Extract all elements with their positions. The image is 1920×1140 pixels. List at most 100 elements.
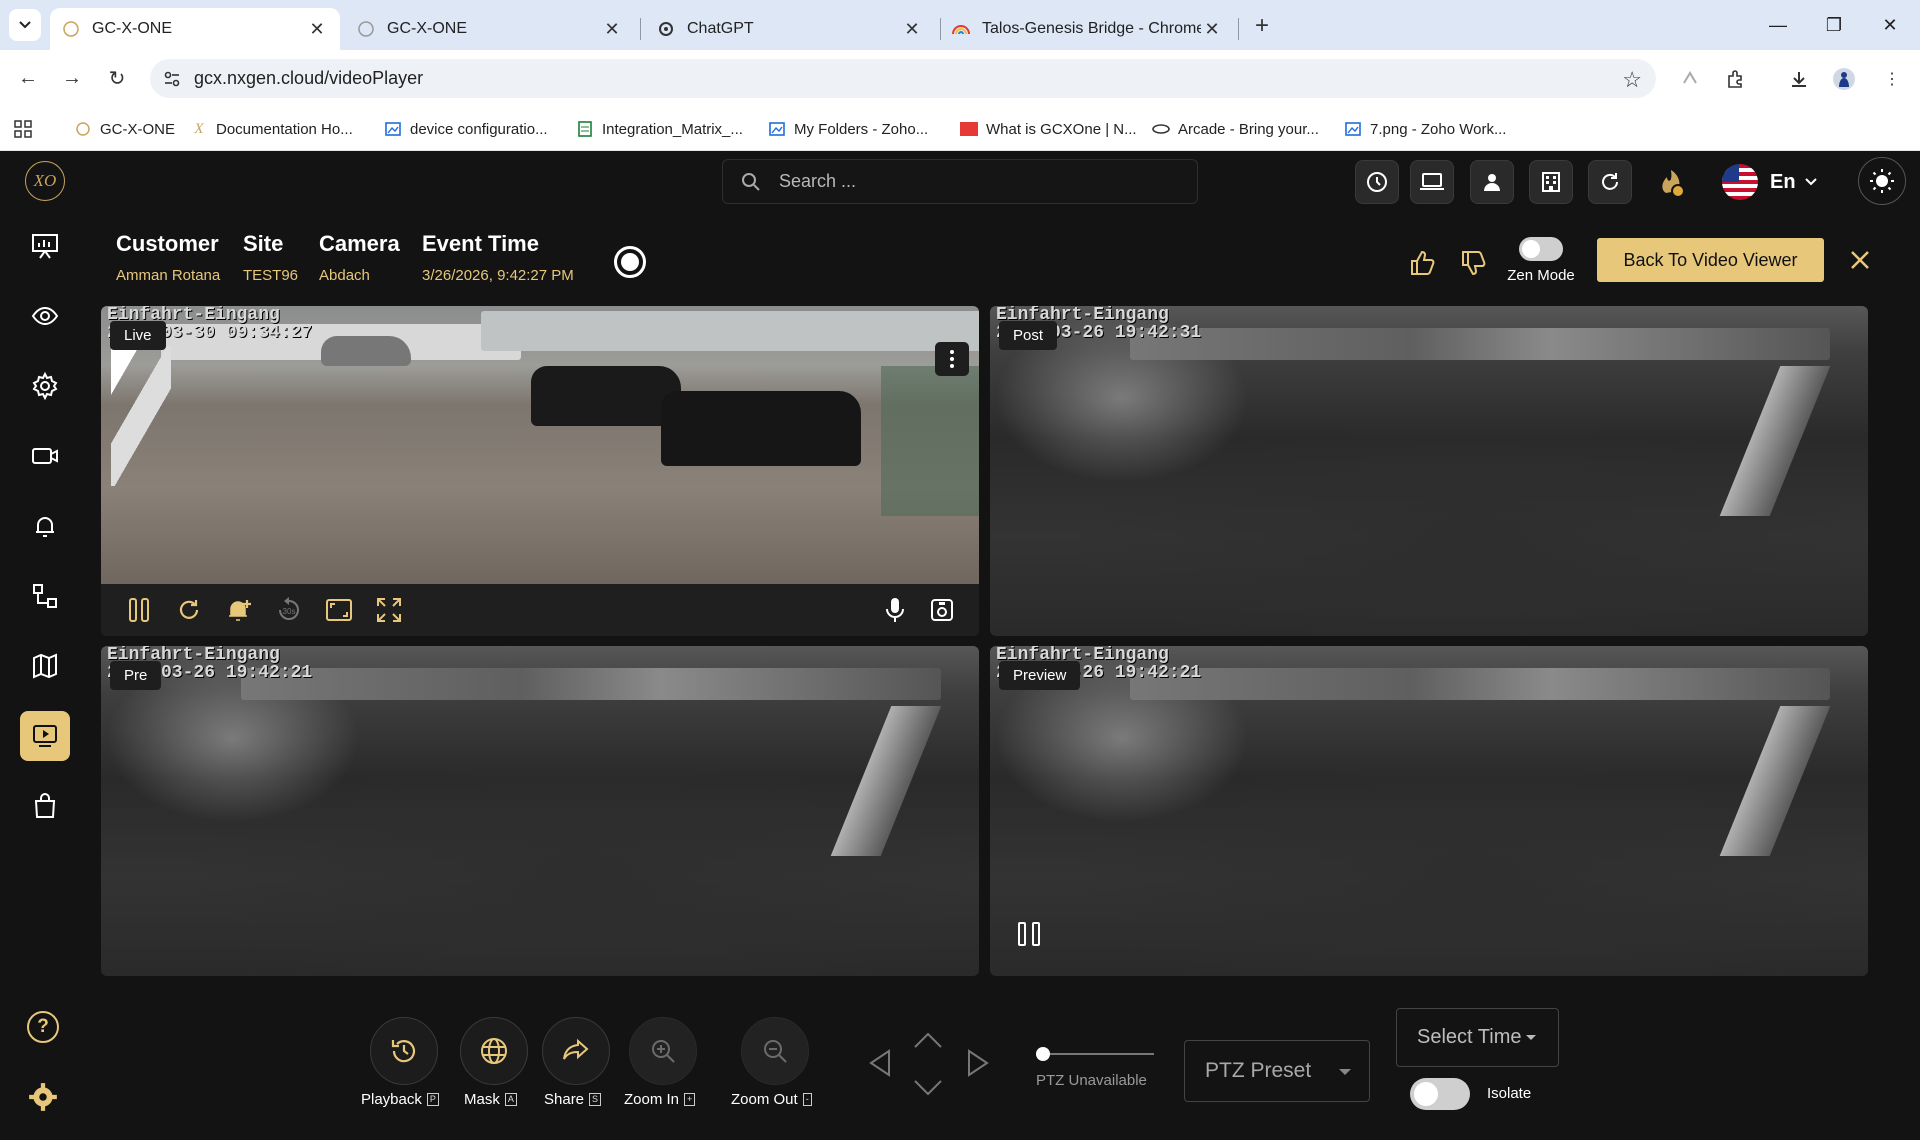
thumbs-down-button[interactable] [1456,246,1490,280]
minimize-window-button[interactable]: — [1760,10,1796,40]
bookmark-item[interactable]: device configuratio... [384,117,548,141]
settings-gear-icon[interactable] [27,1081,59,1113]
video-tile-preview[interactable]: Einfahrt-Eingang 2026-03-26 19:42:21 Prev… [990,646,1868,976]
shopping-bag-icon [34,793,56,818]
refresh-button[interactable] [1588,160,1632,204]
sidebar-item-settings[interactable] [20,361,70,411]
zoom-in-button[interactable] [629,1017,697,1085]
sidebar-item-alarms[interactable] [20,501,70,551]
tab-search-dropdown-button[interactable] [9,9,41,41]
bookmark-item[interactable]: GC-X-ONE [74,117,175,141]
close-window-button[interactable]: ✕ [1872,10,1908,40]
url-text: gcx.nxgen.cloud/videoPlayer [194,68,424,88]
monitor-button[interactable] [1410,160,1454,204]
sites-button[interactable] [1529,160,1573,204]
tab-title: GC-X-ONE [92,20,172,37]
snapshot-button[interactable] [926,594,958,626]
scene-building [241,668,941,700]
isolate-toggle[interactable] [1410,1078,1470,1110]
playback-button[interactable] [370,1017,438,1085]
notification-avatar[interactable] [1654,165,1688,199]
pause-icon[interactable] [1018,922,1044,948]
restore-window-button[interactable]: ❐ [1816,10,1852,40]
close-tab-icon[interactable]: ✕ [901,19,923,40]
record-button[interactable] [614,246,646,278]
user-button[interactable] [1470,160,1514,204]
bookmark-item[interactable]: What is GCXOne | N... [960,117,1137,141]
back-arrow-icon[interactable]: ← [12,62,44,94]
help-icon[interactable]: ? [27,1011,59,1043]
fullscreen-button[interactable] [373,594,405,626]
video-tile-post[interactable]: Einfahrt-Eingang 2026-03-26 19:42:31 Post [990,306,1868,636]
sidebar-item-workflow[interactable] [20,571,70,621]
bookmark-item[interactable]: 7.png - Zoho Work... [1344,117,1506,141]
bookmark-label: My Folders - Zoho... [794,120,929,138]
zoom-out-label: Zoom Out - [731,1091,812,1108]
bookmark-item[interactable]: X Documentation Ho... [190,117,352,141]
zen-mode-control[interactable]: Zen Mode [1506,237,1576,284]
browser-tab-2[interactable]: GC-X-ONE ✕ [345,8,635,50]
theme-toggle-button[interactable] [1858,157,1906,205]
rewind-30-button[interactable]: 30s [273,594,305,626]
microphone-button[interactable] [879,594,911,626]
shortcut-key: S [589,1093,602,1106]
apps-grid-icon[interactable] [14,117,32,141]
bookmark-item[interactable]: Arcade - Bring your... [1152,117,1319,141]
forward-arrow-icon[interactable]: → [56,62,88,94]
video-tile-pre[interactable]: Einfahrt-Eingang 2026-03-26 19:42:21 Pre [101,646,979,976]
chevron-down-icon [19,21,31,29]
ptz-speed-slider[interactable] [1036,1047,1154,1061]
extension-icon[interactable] [1673,62,1707,96]
reload-icon[interactable]: ↻ [101,62,133,94]
profile-avatar[interactable] [1827,62,1861,96]
close-tab-icon[interactable]: ✕ [1201,19,1223,40]
reload-stream-button[interactable] [173,594,205,626]
site-settings-icon[interactable] [150,70,194,88]
new-tab-button[interactable]: + [1246,10,1278,42]
sidebar-item-video-player[interactable] [20,711,70,761]
sidebar-item-dashboard[interactable] [20,221,70,271]
thumbs-up-button[interactable] [1405,246,1439,280]
sidebar-item-cameras[interactable] [20,431,70,481]
close-tab-icon[interactable]: ✕ [601,19,623,40]
browser-menu-icon[interactable]: ⋮ [1875,62,1909,96]
us-flag-icon [1722,164,1758,200]
zen-mode-toggle[interactable] [1519,237,1563,261]
back-to-video-viewer-button[interactable]: Back To Video Viewer [1597,238,1824,282]
extensions-puzzle-icon[interactable] [1719,62,1753,96]
video-menu-button[interactable] [935,342,969,376]
downloads-icon[interactable] [1782,62,1816,96]
ptz-preset-select[interactable]: PTZ Preset [1184,1040,1370,1102]
omnibox[interactable]: gcx.nxgen.cloud/videoPlayer ☆ [150,59,1656,98]
ptz-left-button[interactable] [860,1043,900,1083]
browser-tab-1[interactable]: GC-X-ONE ✕ [50,8,340,50]
ptz-up-button[interactable] [908,1020,948,1060]
zoom-out-button[interactable] [741,1017,809,1085]
sidebar-item-monitoring[interactable] [20,291,70,341]
history-button[interactable] [1355,160,1399,204]
language-selector[interactable]: En [1722,163,1818,201]
slider-handle[interactable] [1036,1047,1050,1061]
browser-tab-3[interactable]: ChatGPT ✕ [645,8,935,50]
sidebar-item-store[interactable] [20,781,70,831]
aspect-ratio-button[interactable] [323,594,355,626]
add-alarm-button[interactable] [223,594,255,626]
video-tile-live[interactable]: Einfahrt-Eingang 2026-03-30 09:34:27 Live… [101,306,979,636]
mask-button[interactable] [460,1017,528,1085]
search-box[interactable] [722,159,1198,204]
pause-button[interactable] [123,594,155,626]
bookmark-star-icon[interactable]: ☆ [1622,67,1642,93]
share-button[interactable] [542,1017,610,1085]
close-tab-icon[interactable]: ✕ [306,19,328,40]
pause-icon [129,598,149,622]
sidebar-item-map[interactable] [20,641,70,691]
ptz-right-button[interactable] [958,1043,998,1083]
app-logo[interactable]: XO [25,161,65,201]
bookmark-item[interactable]: Integration_Matrix_... [576,117,743,141]
search-input[interactable] [779,171,1159,192]
bookmark-item[interactable]: My Folders - Zoho... [768,117,928,141]
browser-tab-4[interactable]: Talos-Genesis Bridge - Chrome ✕ [940,8,1235,50]
ptz-down-button[interactable] [908,1068,948,1108]
select-time-dropdown[interactable]: Select Time [1396,1008,1559,1067]
close-player-button[interactable] [1845,245,1875,275]
